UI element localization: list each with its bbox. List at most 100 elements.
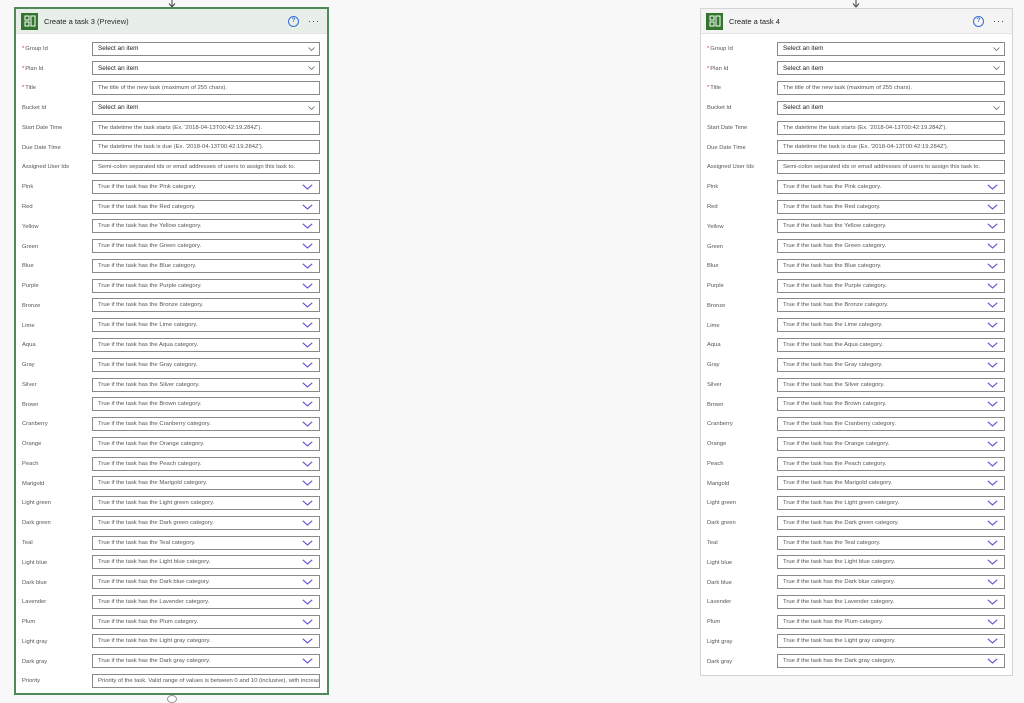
category-dropdown-dark-blue[interactable]: True if the task has the Dark blue categ…	[92, 575, 320, 590]
text-input-title[interactable]: The title of the new task (maximum of 25…	[92, 81, 320, 96]
category-dropdown-marigold[interactable]: True if the task has the Marigold catego…	[92, 476, 320, 491]
more-options-icon[interactable]: ···	[308, 16, 320, 26]
category-dropdown-teal[interactable]: True if the task has the Teal category.	[92, 535, 320, 550]
category-dropdown-lavender[interactable]: True if the task has the Lavender catego…	[92, 594, 320, 609]
chevron-down-icon[interactable]	[300, 202, 314, 212]
chevron-down-icon[interactable]	[300, 518, 314, 528]
category-dropdown-teal[interactable]: True if the task has the Teal category.	[777, 535, 1005, 550]
chevron-down-icon[interactable]	[985, 261, 999, 271]
category-dropdown-blue[interactable]: True if the task has the Blue category.	[92, 258, 320, 273]
chevron-down-icon[interactable]	[985, 478, 999, 488]
chevron-down-icon[interactable]	[985, 241, 999, 251]
select-plan-id[interactable]: Select an item	[777, 61, 1005, 76]
chevron-down-icon[interactable]	[991, 63, 1001, 73]
chevron-down-icon[interactable]	[991, 103, 1001, 113]
category-dropdown-silver[interactable]: True if the task has the Silver category…	[92, 377, 320, 392]
chevron-down-icon[interactable]	[300, 360, 314, 370]
category-dropdown-peach[interactable]: True if the task has the Peach category.	[92, 456, 320, 471]
chevron-down-icon[interactable]	[300, 340, 314, 350]
text-input-title[interactable]: The title of the new task (maximum of 25…	[777, 81, 1005, 96]
category-dropdown-marigold[interactable]: True if the task has the Marigold catego…	[777, 476, 1005, 491]
chevron-down-icon[interactable]	[300, 557, 314, 567]
chevron-down-icon[interactable]	[985, 221, 999, 231]
select-group-id[interactable]: Select an item	[777, 41, 1005, 56]
chevron-down-icon[interactable]	[985, 538, 999, 548]
chevron-down-icon[interactable]	[985, 656, 999, 666]
select-plan-id[interactable]: Select an item	[92, 61, 320, 76]
category-dropdown-gray[interactable]: True if the task has the Gray category.	[777, 357, 1005, 372]
more-options-icon[interactable]: ···	[993, 16, 1005, 26]
chevron-down-icon[interactable]	[300, 597, 314, 607]
category-dropdown-bronze[interactable]: True if the task has the Bronze category…	[777, 298, 1005, 313]
help-circle-icon[interactable]: ?	[973, 15, 984, 27]
category-dropdown-pink[interactable]: True if the task has the Pink category.	[777, 179, 1005, 194]
chevron-down-icon[interactable]	[985, 340, 999, 350]
category-dropdown-dark-gray[interactable]: True if the task has the Dark gray categ…	[92, 654, 320, 669]
category-dropdown-aqua[interactable]: True if the task has the Aqua category.	[92, 337, 320, 352]
select-bucket-id[interactable]: Select an item	[777, 100, 1005, 115]
text-input-assigned-user-ids[interactable]: Semi-colon separated ids or email addres…	[777, 160, 1005, 175]
chevron-down-icon[interactable]	[991, 44, 1001, 54]
category-dropdown-plum[interactable]: True if the task has the Plum category.	[92, 614, 320, 629]
select-bucket-id[interactable]: Select an item	[92, 100, 320, 115]
category-dropdown-red[interactable]: True if the task has the Red category.	[777, 199, 1005, 214]
chevron-down-icon[interactable]	[300, 182, 314, 192]
chevron-down-icon[interactable]	[300, 538, 314, 548]
category-dropdown-bronze[interactable]: True if the task has the Bronze category…	[92, 298, 320, 313]
chevron-down-icon[interactable]	[985, 459, 999, 469]
chevron-down-icon[interactable]	[985, 320, 999, 330]
category-dropdown-cranberry[interactable]: True if the task has the Cranberry categ…	[777, 417, 1005, 432]
chevron-down-icon[interactable]	[300, 221, 314, 231]
chevron-down-icon[interactable]	[306, 44, 316, 54]
category-dropdown-orange[interactable]: True if the task has the Orange category…	[777, 436, 1005, 451]
text-input-due-date-time[interactable]: The datetime the task is due (Ex. '2018-…	[777, 140, 1005, 155]
category-dropdown-dark-blue[interactable]: True if the task has the Dark blue categ…	[777, 575, 1005, 590]
card-header[interactable]: Create a task 4 ? ···	[701, 9, 1012, 34]
chevron-down-icon[interactable]	[300, 241, 314, 251]
category-dropdown-lime[interactable]: True if the task has the Lime category.	[777, 318, 1005, 333]
chevron-down-icon[interactable]	[985, 557, 999, 567]
category-dropdown-yellow[interactable]: True if the task has the Yellow category…	[777, 219, 1005, 234]
chevron-down-icon[interactable]	[300, 261, 314, 271]
chevron-down-icon[interactable]	[300, 636, 314, 646]
category-dropdown-brown[interactable]: True if the task has the Brown category.	[92, 397, 320, 412]
text-input-priority[interactable]: Priority of the task. Valid range of val…	[92, 674, 320, 688]
action-card-create-task-4[interactable]: Create a task 4 ? ··· *Group Id Select an…	[700, 8, 1013, 676]
category-dropdown-green[interactable]: True if the task has the Green category.	[777, 239, 1005, 254]
chevron-down-icon[interactable]	[985, 380, 999, 390]
category-dropdown-dark-green[interactable]: True if the task has the Dark green cate…	[92, 515, 320, 530]
category-dropdown-dark-gray[interactable]: True if the task has the Dark gray categ…	[777, 654, 1005, 669]
category-dropdown-brown[interactable]: True if the task has the Brown category.	[777, 397, 1005, 412]
chevron-down-icon[interactable]	[985, 300, 999, 310]
category-dropdown-light-green[interactable]: True if the task has the Light green cat…	[777, 496, 1005, 511]
category-dropdown-orange[interactable]: True if the task has the Orange category…	[92, 436, 320, 451]
category-dropdown-light-gray[interactable]: True if the task has the Light gray cate…	[92, 634, 320, 649]
chevron-down-icon[interactable]	[985, 419, 999, 429]
category-dropdown-light-gray[interactable]: True if the task has the Light gray cate…	[777, 634, 1005, 649]
chevron-down-icon[interactable]	[300, 498, 314, 508]
category-dropdown-purple[interactable]: True if the task has the Purple category…	[777, 278, 1005, 293]
chevron-down-icon[interactable]	[300, 380, 314, 390]
select-group-id[interactable]: Select an item	[92, 41, 320, 56]
category-dropdown-cranberry[interactable]: True if the task has the Cranberry categ…	[92, 417, 320, 432]
chevron-down-icon[interactable]	[300, 399, 314, 409]
chevron-down-icon[interactable]	[985, 281, 999, 291]
chevron-down-icon[interactable]	[300, 439, 314, 449]
chevron-down-icon[interactable]	[985, 617, 999, 627]
help-circle-icon[interactable]: ?	[288, 15, 299, 27]
category-dropdown-pink[interactable]: True if the task has the Pink category.	[92, 179, 320, 194]
chevron-down-icon[interactable]	[985, 439, 999, 449]
chevron-down-icon[interactable]	[300, 459, 314, 469]
chevron-down-icon[interactable]	[300, 478, 314, 488]
action-card-create-task-3[interactable]: Create a task 3 (Preview) ? ··· *Group I…	[15, 8, 328, 694]
chevron-down-icon[interactable]	[985, 360, 999, 370]
category-dropdown-plum[interactable]: True if the task has the Plum category.	[777, 614, 1005, 629]
category-dropdown-green[interactable]: True if the task has the Green category.	[92, 239, 320, 254]
chevron-down-icon[interactable]	[306, 63, 316, 73]
category-dropdown-light-blue[interactable]: True if the task has the Light blue cate…	[777, 555, 1005, 570]
chevron-down-icon[interactable]	[985, 498, 999, 508]
chevron-down-icon[interactable]	[985, 182, 999, 192]
category-dropdown-silver[interactable]: True if the task has the Silver category…	[777, 377, 1005, 392]
category-dropdown-gray[interactable]: True if the task has the Gray category.	[92, 357, 320, 372]
category-dropdown-light-green[interactable]: True if the task has the Light green cat…	[92, 496, 320, 511]
